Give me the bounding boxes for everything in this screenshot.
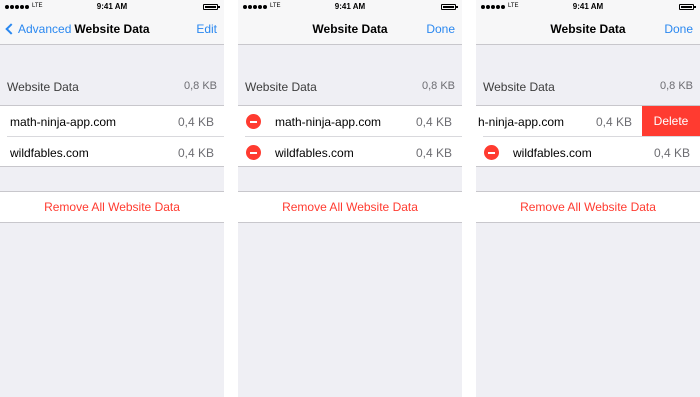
remove-all-button[interactable]: Remove All Website Data [0, 191, 224, 223]
list-item[interactable]: wildfables.com 0,4 KB [238, 137, 462, 168]
remove-all-label: Remove All Website Data [282, 200, 418, 214]
page-title: Website Data [74, 22, 150, 36]
section-total-size: 0,8 KB [183, 80, 217, 92]
remove-all-button[interactable]: Remove All Website Data [238, 191, 462, 223]
status-time: 9:41 AM [572, 2, 604, 11]
list-item[interactable]: wildfables.com 0,4 KB [0, 137, 224, 168]
website-size: 0,4 KB [177, 115, 214, 129]
remove-all-label: Remove All Website Data [44, 200, 180, 214]
battery-icon [203, 4, 220, 10]
status-time: 9:41 AM [96, 2, 128, 11]
screen-swipe-delete: LTE 9:41 AM Website Data Done Website Da… [476, 0, 700, 397]
section-header: Website Data 0,8 KB [0, 77, 224, 97]
battery-icon [679, 4, 696, 10]
delete-minus-icon[interactable] [246, 114, 261, 129]
delete-minus-icon[interactable] [246, 145, 261, 160]
done-button[interactable]: Done [426, 22, 455, 36]
battery-icon [441, 4, 458, 10]
screen-edit-mode: LTE 9:41 AM Website Data Done Website Da… [238, 0, 462, 397]
section-label: Website Data [245, 80, 317, 94]
website-size: 0,4 KB [415, 115, 452, 129]
list-item[interactable]: math-ninja-app.com 0,4 KB [238, 106, 462, 137]
website-list: h-ninja-app.com 0,4 KB Delete wildfables… [476, 105, 700, 167]
section-total-size: 0,8 KB [421, 80, 455, 92]
remove-all-button[interactable]: Remove All Website Data [476, 191, 700, 223]
website-name: math-ninja-app.com [275, 115, 382, 129]
delete-button[interactable]: Delete [642, 106, 700, 137]
status-bar: LTE 9:41 AM [0, 0, 224, 13]
remove-all-label: Remove All Website Data [520, 200, 656, 214]
website-size: 0,4 KB [177, 146, 214, 160]
section-label: Website Data [483, 80, 555, 94]
done-button[interactable]: Done [664, 22, 693, 36]
website-name: math-ninja-app.com [10, 115, 117, 129]
status-time: 9:41 AM [334, 2, 366, 11]
website-name: wildfables.com [513, 146, 592, 160]
status-bar: LTE 9:41 AM [476, 0, 700, 13]
website-name: wildfables.com [10, 146, 89, 160]
website-list: math-ninja-app.com 0,4 KB wildfables.com… [0, 105, 224, 167]
navigation-bar: Website Data Done [476, 13, 700, 45]
list-item[interactable]: wildfables.com 0,4 KB [476, 137, 700, 168]
section-header: Website Data 0,8 KB [476, 77, 700, 97]
website-list: math-ninja-app.com 0,4 KB wildfables.com… [238, 105, 462, 167]
website-size: 0,4 KB [653, 146, 690, 160]
delete-minus-icon[interactable] [484, 145, 499, 160]
website-name: h-ninja-app.com [478, 115, 565, 129]
section-label: Website Data [7, 80, 79, 94]
status-bar: LTE 9:41 AM [238, 0, 462, 13]
website-name: wildfables.com [275, 146, 354, 160]
list-item-swiped[interactable]: h-ninja-app.com 0,4 KB Delete [476, 106, 700, 137]
navigation-bar: Website Data Done [238, 13, 462, 45]
website-size: 0,4 KB [595, 115, 632, 129]
website-size: 0,4 KB [415, 146, 452, 160]
navigation-bar: Advanced Website Data Edit [0, 13, 224, 45]
section-header: Website Data 0,8 KB [238, 77, 462, 97]
screen-normal: LTE 9:41 AM Advanced Website Data Edit W… [0, 0, 224, 397]
edit-button[interactable]: Edit [196, 22, 217, 36]
section-total-size: 0,8 KB [659, 80, 693, 92]
list-item[interactable]: math-ninja-app.com 0,4 KB [0, 106, 224, 137]
